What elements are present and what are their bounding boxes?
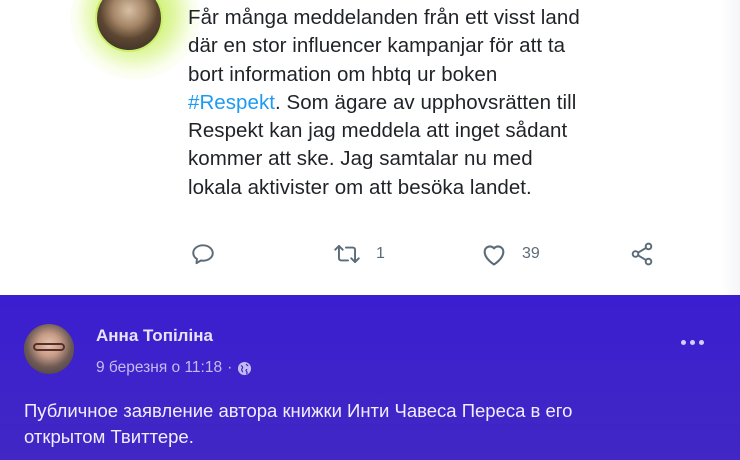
tweet-line: bort information om hbtq ur boken [188, 62, 498, 86]
post-text: Публичное заявление автора книжки Инти Ч… [24, 398, 724, 450]
author-avatar[interactable] [24, 324, 74, 374]
post-date[interactable]: 9 березня о 11:18 [96, 359, 222, 377]
retweet-icon [334, 245, 360, 263]
meta-separator: · [227, 359, 233, 376]
post-line: открытом Твиттере. [24, 426, 194, 447]
retweet-button[interactable]: 1 [332, 241, 385, 267]
like-button[interactable]: 39 [480, 241, 540, 267]
like-count: 39 [522, 245, 540, 262]
share-button[interactable] [628, 241, 656, 267]
tweet-line: #Respekt. Som ägare av upphovsrätten til… [188, 89, 708, 117]
tweet-text: Får många meddelanden från ett visst lan… [188, 4, 708, 202]
tweet-line: där en stor influencer kampanjar för att… [188, 34, 566, 58]
post-meta: 9 березня о 11:18 · [96, 359, 252, 377]
author-name[interactable]: Анна Топіліна [96, 326, 213, 346]
tweet-card: Får många meddelanden från ett visst lan… [0, 0, 740, 295]
tweet-line-rest: . Som ägare av upphovsrätten till [275, 90, 577, 114]
tweet-line: kommer att ske. Jag samtalar nu med [188, 147, 533, 171]
reply-icon [192, 244, 214, 265]
facebook-post: Анна Топіліна 9 березня о 11:18 · Публич… [0, 295, 740, 460]
retweet-count: 1 [376, 245, 385, 262]
tweet-line: Får många meddelanden från ett visst lan… [188, 6, 580, 29]
hashtag-link[interactable]: #Respekt [188, 91, 275, 114]
more-options-icon[interactable] [681, 340, 704, 345]
tweet-line: lokala aktivister om att besöka landet. [188, 175, 532, 199]
avatar-glasses [33, 343, 65, 351]
tweet-line: Respekt kan jag meddela att inget sådant [188, 119, 568, 143]
scroll-edge [720, 0, 740, 295]
globe-icon[interactable] [237, 361, 252, 376]
post-line: Публичное заявление автора книжки Инти Ч… [24, 400, 573, 421]
reply-button[interactable] [190, 241, 216, 267]
share-icon [631, 242, 653, 266]
heart-icon [483, 245, 505, 266]
